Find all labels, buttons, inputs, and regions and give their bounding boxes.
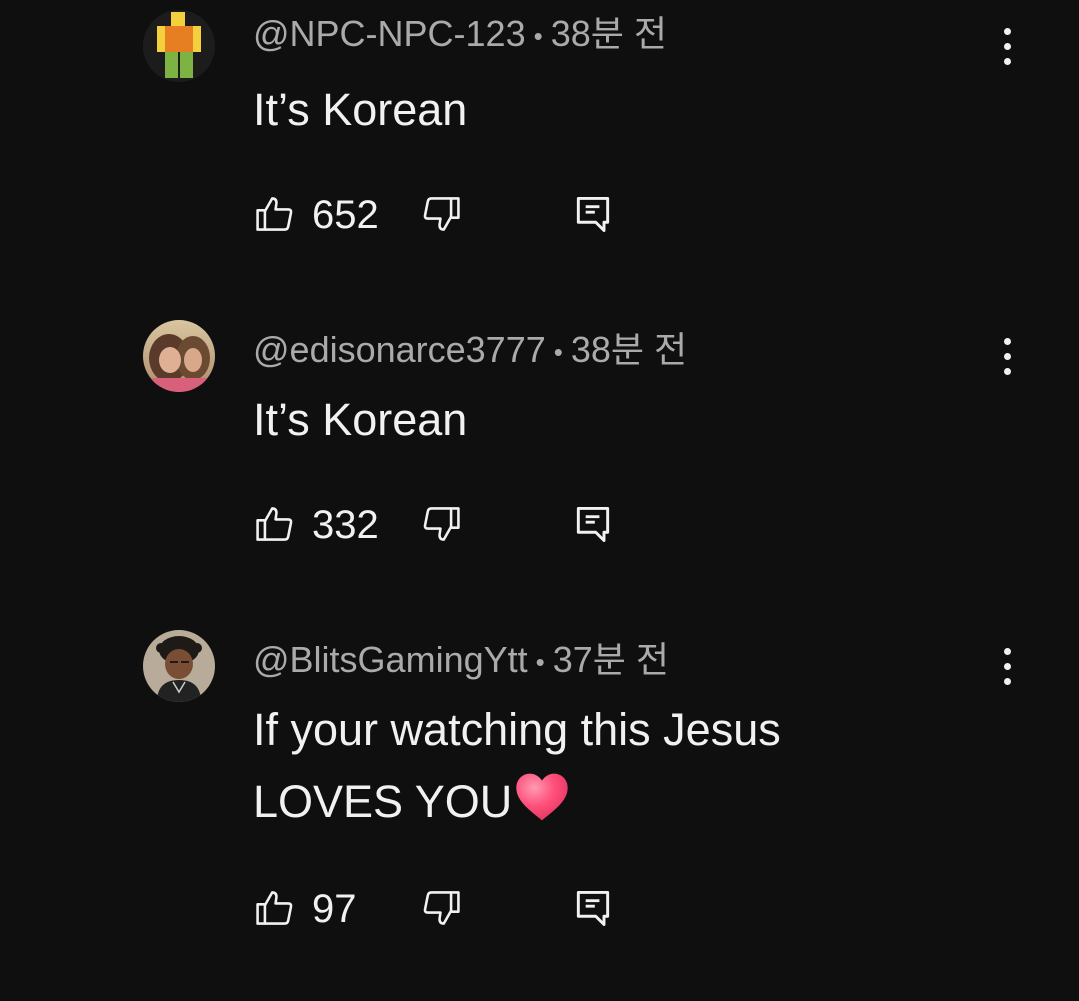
author-name[interactable]: @BlitsGamingYtt	[253, 639, 528, 680]
like-count: 652	[312, 193, 379, 237]
avatar[interactable]	[143, 320, 215, 392]
comment-meta: @NPC-NPC-123 • 38분 전	[253, 12, 667, 56]
roblox-noob-avatar-icon	[143, 10, 215, 82]
separator: •	[535, 647, 545, 678]
thumbs-up-icon[interactable]	[253, 192, 297, 236]
comment-actions: 332	[253, 502, 633, 548]
comment-meta: @BlitsGamingYtt • 37분 전	[253, 638, 669, 682]
heart-emoji-icon	[516, 773, 568, 821]
comment-text: It’s Korean	[253, 394, 468, 445]
thumbs-up-icon[interactable]	[253, 886, 297, 930]
separator: •	[533, 21, 543, 52]
author-name[interactable]: @NPC-NPC-123	[253, 13, 526, 54]
more-vert-icon[interactable]	[990, 334, 1024, 378]
comment-text-line: If your watching this Jesus	[253, 704, 781, 755]
more-vert-icon[interactable]	[990, 24, 1024, 68]
comment-actions: 97	[253, 886, 633, 932]
timestamp: 37분 전	[552, 639, 670, 680]
like-count: 332	[312, 503, 379, 547]
avatar[interactable]	[143, 10, 215, 82]
thumbs-down-icon[interactable]	[419, 886, 463, 930]
separator: •	[553, 337, 563, 368]
author-name[interactable]: @edisonarce3777	[253, 329, 546, 370]
thumbs-down-icon[interactable]	[419, 192, 463, 236]
comment-text: It’s Korean	[253, 84, 468, 135]
more-vert-icon[interactable]	[990, 644, 1024, 688]
timestamp: 38분 전	[570, 329, 688, 370]
thumbs-down-icon[interactable]	[419, 502, 463, 546]
comment-text-line: LOVES YOU	[253, 766, 781, 838]
comment-meta: @edisonarce3777 • 38분 전	[253, 328, 687, 372]
avatar[interactable]	[143, 630, 215, 702]
profile-photo-avatar-icon	[143, 320, 215, 392]
cartoon-avatar-icon	[143, 630, 215, 702]
like-count: 97	[312, 887, 357, 931]
thumbs-up-icon[interactable]	[253, 502, 297, 546]
comment-actions: 652	[253, 192, 633, 238]
reply-icon[interactable]	[571, 192, 615, 236]
comment-text: If your watching this Jesus LOVES YOU	[253, 694, 781, 838]
reply-icon[interactable]	[571, 886, 615, 930]
reply-icon[interactable]	[571, 502, 615, 546]
timestamp: 38분 전	[550, 13, 668, 54]
